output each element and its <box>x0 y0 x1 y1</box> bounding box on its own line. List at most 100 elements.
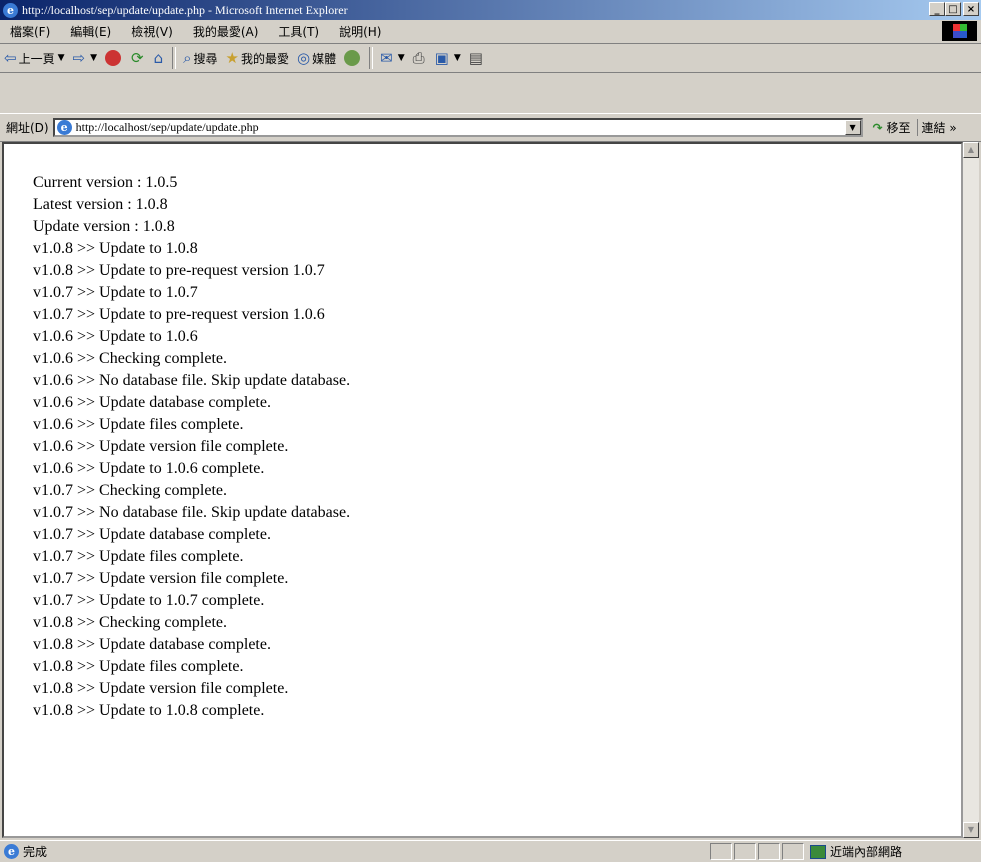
log-line: v1.0.6 >> Update files complete. <box>33 416 244 433</box>
back-dropdown-icon[interactable]: ▼ <box>58 53 65 63</box>
edit-icon: ▣ <box>434 49 449 67</box>
discuss-icon: ▤ <box>468 49 483 67</box>
log-line: v1.0.6 >> Checking complete. <box>33 350 228 367</box>
go-button[interactable]: ↷ 移至 <box>863 119 917 136</box>
zone-label: 近端內部網路 <box>830 845 903 859</box>
mail-button[interactable]: ✉ ▼ <box>376 46 409 70</box>
log-line: v1.0.6 >> Update to 1.0.6 complete. <box>33 460 265 477</box>
forward-arrow-icon: ⇨ <box>72 49 86 67</box>
log-line: v1.0.6 >> Update database complete. <box>33 394 271 411</box>
log-line: v1.0.8 >> Update to 1.0.8 <box>33 240 198 257</box>
go-label: 移至 <box>886 121 911 135</box>
page-icon: e <box>56 120 72 135</box>
media-icon: ◎ <box>297 49 311 67</box>
status-panel <box>734 843 756 860</box>
menu-help[interactable]: 說明(H) <box>329 23 391 40</box>
back-arrow-icon: ⇦ <box>4 49 17 67</box>
windows-logo-icon <box>942 21 977 41</box>
forward-button[interactable]: ⇨ ▼ <box>69 46 102 70</box>
ie-logo-icon: e <box>3 2 18 18</box>
favorites-button[interactable]: ★ 我的最愛 <box>222 46 293 70</box>
security-zone: 近端內部網路 <box>810 843 902 860</box>
favorites-icon: ★ <box>225 49 239 67</box>
history-button[interactable] <box>340 46 366 70</box>
minimize-button[interactable]: _ <box>929 2 945 16</box>
discuss-button[interactable]: ▤ <box>465 46 489 70</box>
stop-button[interactable] <box>101 46 127 70</box>
links-button[interactable]: 連結 » <box>916 119 961 136</box>
menu-edit[interactable]: 編輯(E) <box>60 23 121 40</box>
status-text: 完成 <box>23 845 48 859</box>
menu-view[interactable]: 檢視(V) <box>121 23 183 40</box>
address-dropdown-icon[interactable]: ▼ <box>844 120 861 135</box>
address-bar: 網址(D) e http://localhost/sep/update/upda… <box>0 113 981 142</box>
page-content: Current version : 1.0.5 Latest version : … <box>2 142 963 838</box>
edit-button[interactable]: ▣ ▼ <box>431 46 465 70</box>
menu-bar: 檔案(F) 編輯(E) 檢視(V) 我的最愛(A) 工具(T) 說明(H) <box>0 20 981 44</box>
log-line: v1.0.7 >> Update to pre-request version … <box>33 306 325 323</box>
status-bar: e 完成 近端內部網路 <box>0 840 981 862</box>
mail-icon: ✉ <box>380 49 393 67</box>
log-line: v1.0.7 >> Update to 1.0.7 complete. <box>33 592 265 609</box>
mail-dropdown-icon[interactable]: ▼ <box>398 53 405 63</box>
stop-icon <box>105 50 122 66</box>
log-line: Current version : 1.0.5 <box>33 174 178 191</box>
window-controls: _ □ × <box>929 2 979 16</box>
address-url[interactable]: http://localhost/sep/update/update.php <box>76 120 259 135</box>
update-log: Current version : 1.0.5 Latest version : … <box>33 172 350 722</box>
print-button[interactable]: ⎙ <box>409 46 431 70</box>
log-line: v1.0.8 >> Update to 1.0.8 complete. <box>33 702 265 719</box>
log-line: v1.0.7 >> Update version file complete. <box>33 570 289 587</box>
refresh-button[interactable]: ⟳ <box>127 46 150 70</box>
go-arrow-icon: ↷ <box>872 121 883 135</box>
standard-toolbar: ⇦ 上一頁 ▼ ⇨ ▼ ⟳ ⌂ ⌕ 搜尋 ★ 我的最愛 ◎ 媒體 ✉ ▼ ⎙ ▣… <box>0 44 981 73</box>
status-page-icon: e <box>4 844 19 859</box>
favorites-label: 我的最愛 <box>241 51 290 66</box>
address-label: 網址(D) <box>6 121 49 135</box>
back-button[interactable]: ⇦ 上一頁 ▼ <box>0 46 69 70</box>
back-label: 上一頁 <box>18 51 55 66</box>
log-line: v1.0.6 >> Update version file complete. <box>33 438 289 455</box>
toolbar-separator <box>369 47 374 69</box>
menu-tools[interactable]: 工具(T) <box>268 23 329 40</box>
media-button[interactable]: ◎ 媒體 <box>293 46 340 70</box>
media-label: 媒體 <box>312 51 337 66</box>
close-button[interactable]: × <box>963 2 979 16</box>
log-line: v1.0.7 >> Update to 1.0.7 <box>33 284 198 301</box>
menu-favorites[interactable]: 我的最愛(A) <box>183 23 269 40</box>
maximize-button[interactable]: □ <box>945 2 961 16</box>
log-line: v1.0.8 >> Update to pre-request version … <box>33 262 325 279</box>
search-label: 搜尋 <box>193 51 218 66</box>
menu-file[interactable]: 檔案(F) <box>0 23 60 40</box>
log-line: v1.0.7 >> No database file. Skip update … <box>33 504 351 521</box>
log-line: v1.0.6 >> No database file. Skip update … <box>33 372 351 389</box>
history-icon <box>344 50 361 66</box>
address-input[interactable]: e http://localhost/sep/update/update.php… <box>52 118 863 137</box>
log-line: v1.0.7 >> Checking complete. <box>33 482 228 499</box>
toolbar-separator <box>172 47 177 69</box>
search-icon: ⌕ <box>183 49 192 67</box>
status-panel <box>758 843 780 860</box>
print-icon: ⎙ <box>412 49 425 67</box>
search-button[interactable]: ⌕ 搜尋 <box>179 46 221 70</box>
log-line: v1.0.8 >> Checking complete. <box>33 614 228 631</box>
log-line: v1.0.7 >> Update files complete. <box>33 548 244 565</box>
home-button[interactable]: ⌂ <box>150 46 170 70</box>
home-icon: ⌂ <box>153 49 164 67</box>
edit-dropdown-icon[interactable]: ▼ <box>454 53 461 63</box>
refresh-icon: ⟳ <box>131 49 144 67</box>
log-line: Update version : 1.0.8 <box>33 218 175 235</box>
scroll-up-icon[interactable]: ▲ <box>963 142 979 158</box>
vertical-scrollbar[interactable]: ▲ ▼ <box>963 142 979 838</box>
log-line: v1.0.8 >> Update files complete. <box>33 658 244 675</box>
status-panel <box>782 843 804 860</box>
log-line: v1.0.6 >> Update to 1.0.6 <box>33 328 198 345</box>
forward-dropdown-icon[interactable]: ▼ <box>90 53 97 63</box>
log-line: Latest version : 1.0.8 <box>33 196 168 213</box>
log-line: v1.0.8 >> Update version file complete. <box>33 680 289 697</box>
log-line: v1.0.7 >> Update database complete. <box>33 526 271 543</box>
window-title: http://localhost/sep/update/update.php -… <box>22 2 348 17</box>
log-line: v1.0.8 >> Update database complete. <box>33 636 271 653</box>
title-bar: e http://localhost/sep/update/update.php… <box>0 0 981 20</box>
scroll-down-icon[interactable]: ▼ <box>963 822 979 838</box>
